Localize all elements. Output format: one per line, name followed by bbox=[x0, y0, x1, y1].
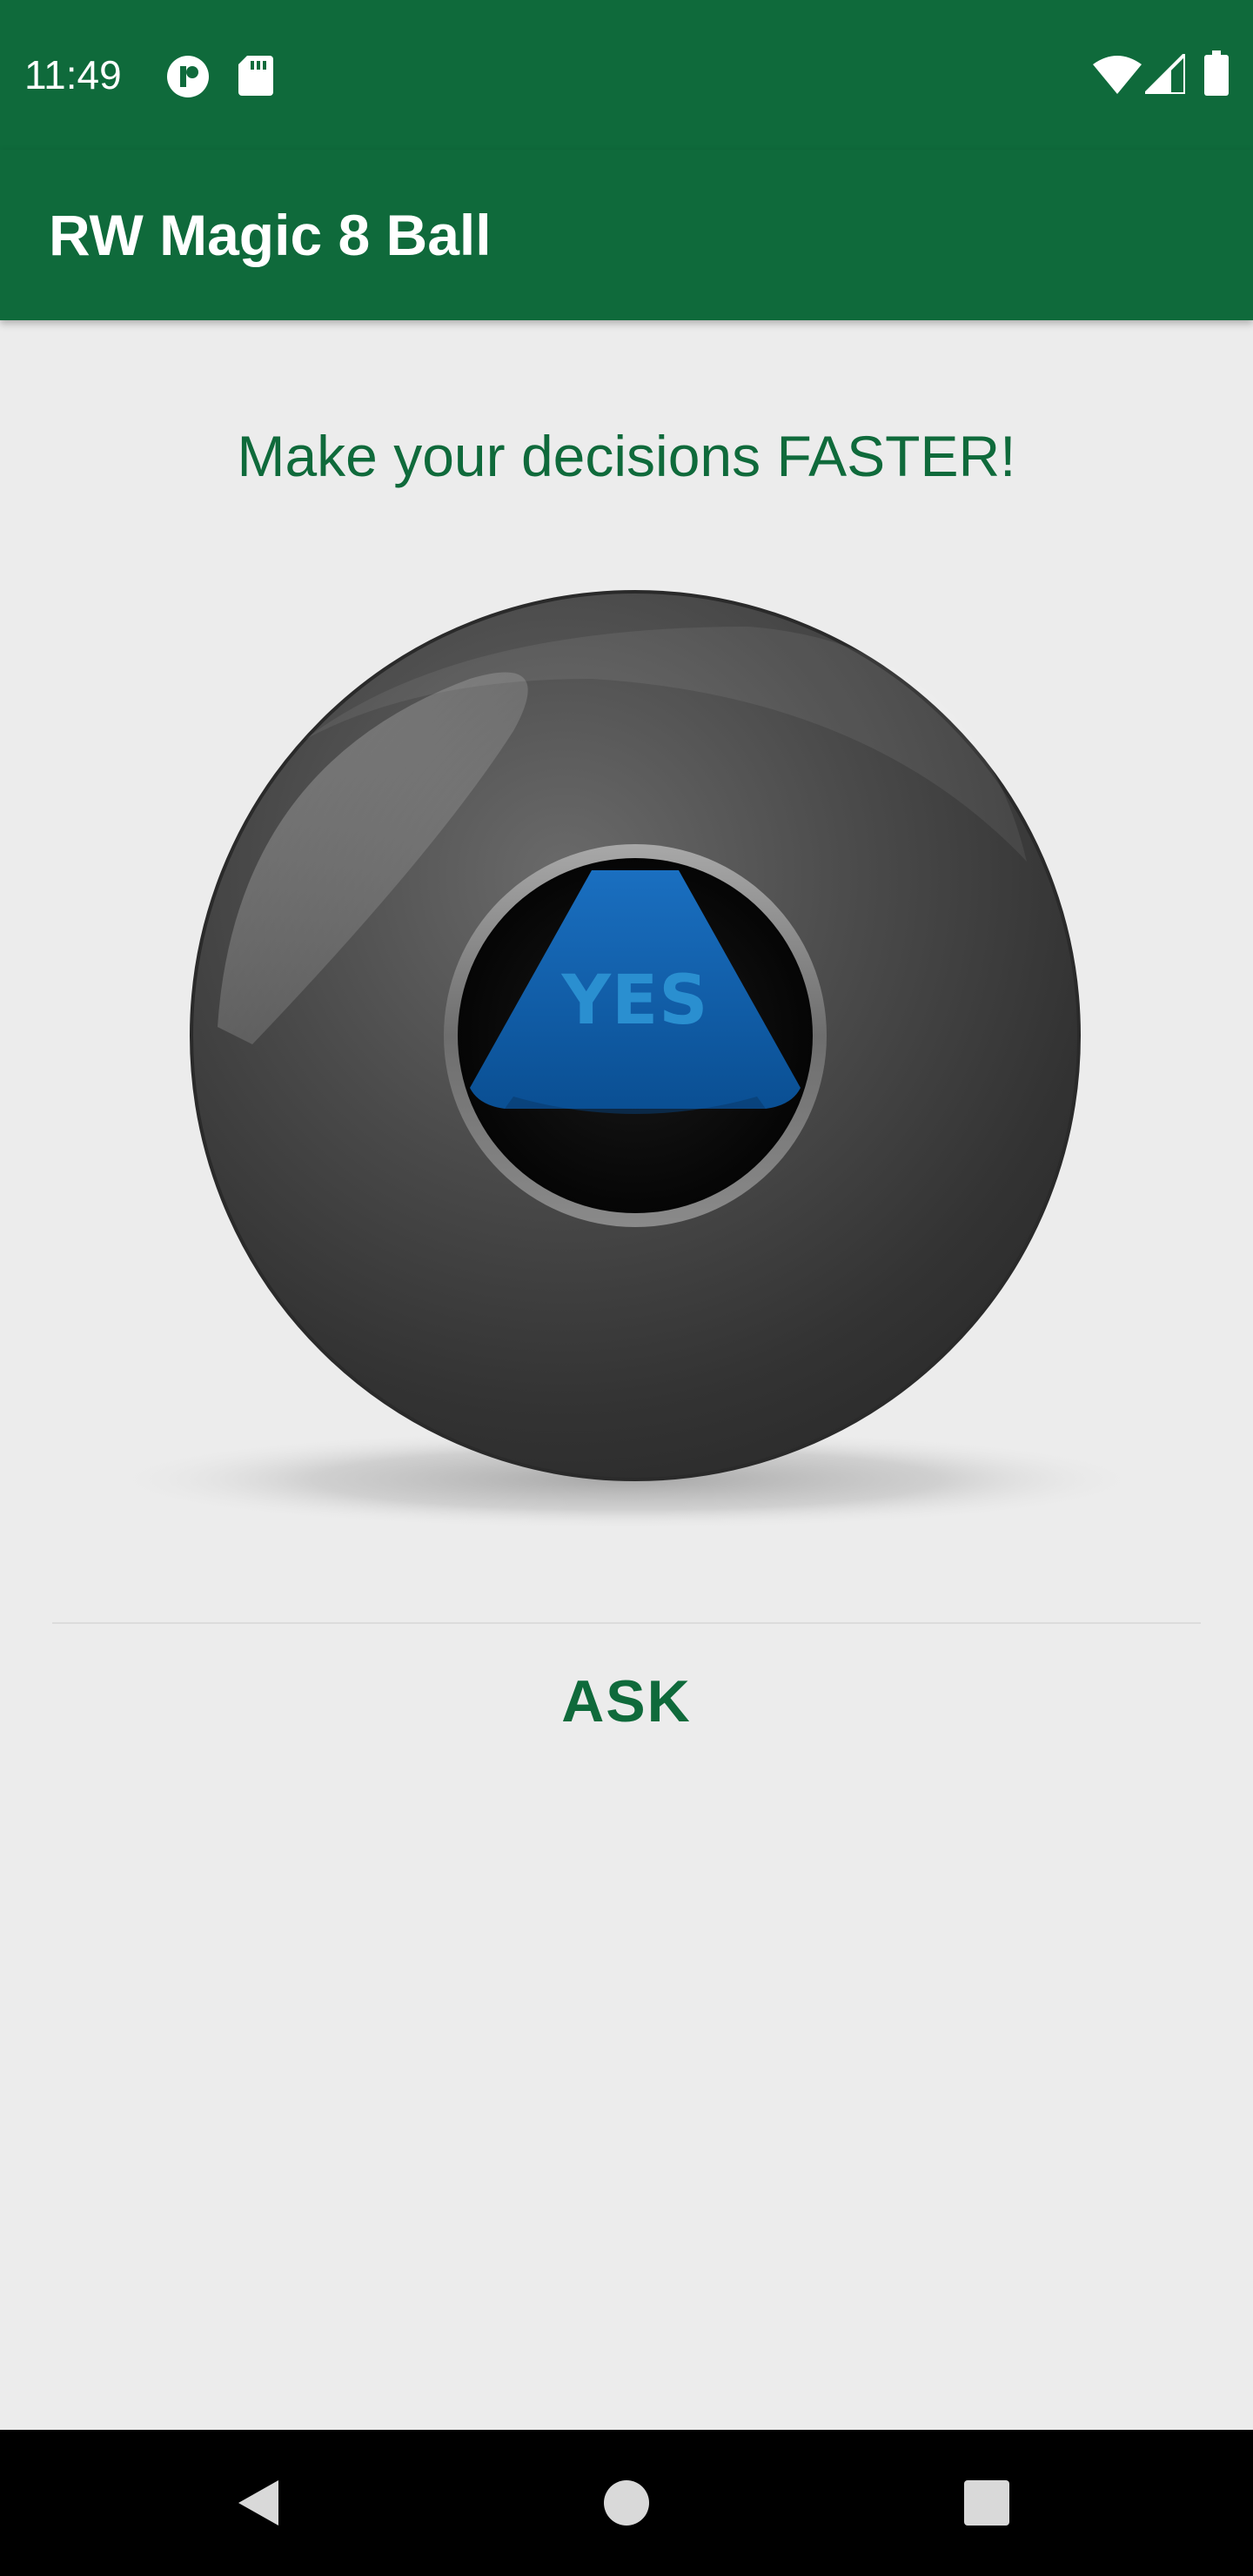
nav-back-button[interactable] bbox=[218, 2459, 305, 2546]
status-bar: 11:49 bbox=[0, 0, 1253, 150]
app-title: RW Magic 8 Ball bbox=[49, 203, 492, 267]
notification-app-icon bbox=[167, 56, 209, 97]
nav-home-button[interactable] bbox=[583, 2459, 670, 2546]
magic-8-ball: YES bbox=[104, 574, 1149, 1532]
app-bar: RW Magic 8 Ball bbox=[0, 150, 1253, 320]
nav-recents-button[interactable] bbox=[943, 2459, 1030, 2546]
wifi-icon bbox=[1093, 56, 1142, 94]
divider bbox=[52, 1622, 1201, 1624]
status-time: 11:49 bbox=[24, 52, 122, 97]
magic-8-ball-image bbox=[104, 590, 1149, 1530]
navigation-bar bbox=[0, 2430, 1253, 2576]
home-icon bbox=[604, 2480, 649, 2526]
battery-icon bbox=[1204, 50, 1229, 96]
ask-button[interactable]: ASK bbox=[418, 1636, 835, 1767]
recents-icon bbox=[964, 2480, 1009, 2526]
answer-text: YES bbox=[561, 962, 709, 1040]
sd-card-icon bbox=[238, 56, 273, 96]
cell-signal-icon bbox=[1145, 54, 1185, 94]
tagline: Make your decisions FASTER! bbox=[237, 424, 1016, 488]
back-icon bbox=[238, 2480, 278, 2526]
